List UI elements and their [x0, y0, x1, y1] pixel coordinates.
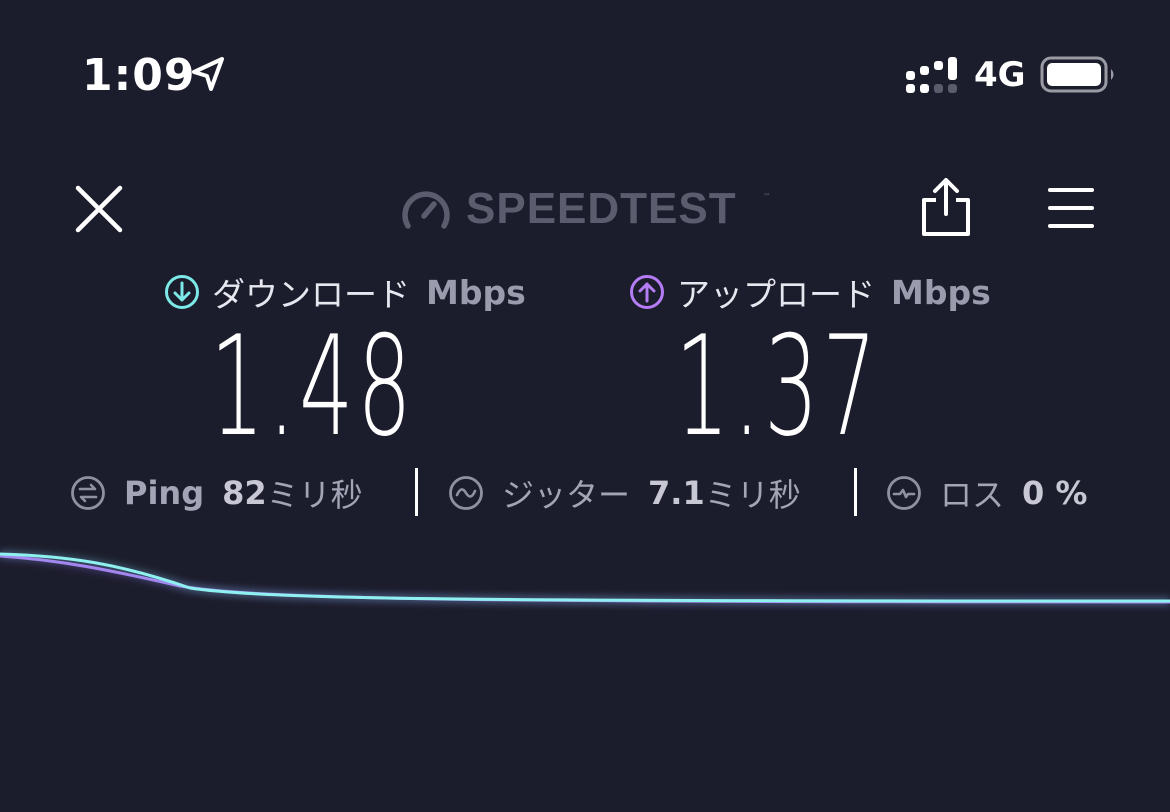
- speedometer-icon: [402, 191, 450, 229]
- ping-value: 82: [222, 474, 267, 512]
- signal-bars-icon: [906, 57, 957, 93]
- jitter-stat: ジッター 7.1 ミリ秒: [448, 468, 801, 518]
- download-unit: Mbps: [426, 272, 526, 312]
- share-icon[interactable]: [918, 176, 974, 238]
- jitter-label: ジッター: [502, 476, 631, 514]
- ping-unit: ミリ秒: [266, 476, 363, 514]
- speed-graph: [0, 551, 1170, 605]
- location-arrow-icon: [192, 57, 224, 91]
- loss-stat: ロス 0 %: [886, 468, 1087, 518]
- trademark-mark: ™: [763, 192, 771, 201]
- upload-speed-value: 1.37: [675, 306, 881, 467]
- download-arrow-icon: [165, 275, 199, 309]
- network-type: 4G: [974, 55, 1026, 95]
- ping-icon: [71, 476, 105, 510]
- upload-speed-line: [0, 554, 1170, 604]
- download-speed-line-glow: [0, 551, 1170, 604]
- loss-value: 0 %: [1022, 474, 1088, 512]
- upload-speed-line-glow: [0, 553, 1170, 605]
- battery-icon: [1040, 56, 1114, 93]
- jitter-unit: ミリ秒: [704, 476, 801, 514]
- menu-icon[interactable]: [1046, 184, 1096, 232]
- download-speed-line: [0, 552, 1170, 603]
- upload-arrow-icon: [630, 275, 664, 309]
- stats-row: Ping 82 ミリ秒 ジッター 7.1 ミリ秒 ロス 0 %: [70, 468, 1110, 518]
- brand-name: SPEEDTEST: [466, 184, 737, 233]
- download-speed-value: 1.48: [210, 306, 416, 467]
- close-icon[interactable]: [72, 182, 126, 236]
- packet-loss-icon: [887, 476, 921, 510]
- loss-label: ロス: [940, 476, 1005, 514]
- ping-label: Ping: [124, 474, 205, 512]
- jitter-value: 7.1: [648, 474, 705, 512]
- status-bar: 1:09 4G: [0, 0, 1170, 150]
- stats-divider: [854, 468, 857, 516]
- top-nav: SPEEDTEST ™: [0, 160, 1170, 260]
- status-time: 1:09: [82, 50, 196, 101]
- jitter-icon: [449, 476, 483, 510]
- ping-stat: Ping 82 ミリ秒: [70, 468, 363, 518]
- upload-unit: Mbps: [891, 272, 991, 312]
- stats-divider: [415, 468, 418, 516]
